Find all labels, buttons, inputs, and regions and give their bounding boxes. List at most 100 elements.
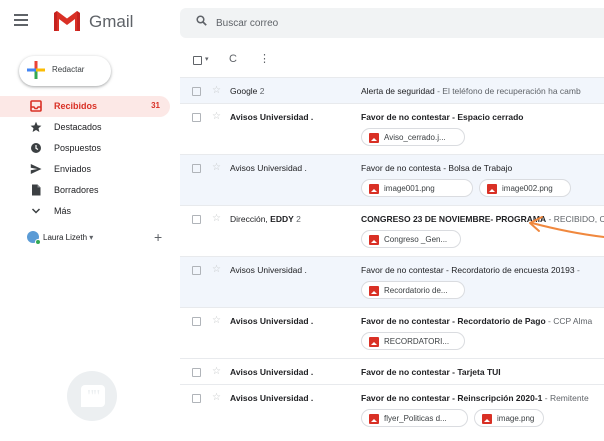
attachment-name: Congreso _Gen... xyxy=(384,235,448,244)
email-row[interactable]: ☆ Avisos Universidad . Favor de no contest… xyxy=(180,154,604,205)
attachment-chip[interactable]: Recordatorio de... xyxy=(361,281,465,299)
star-icon[interactable]: ☆ xyxy=(212,265,221,275)
email-sender: Dirección, EDDYDirección, EDDY 2 xyxy=(230,214,301,224)
sidebar-item-snoozed[interactable]: Pospuestos xyxy=(0,138,170,159)
search-icon[interactable] xyxy=(196,15,207,26)
email-checkbox[interactable] xyxy=(192,164,201,173)
star-icon[interactable]: ☆ xyxy=(212,214,221,224)
sidebar-item-label: Pospuestos xyxy=(54,143,102,153)
email-subject: Favor de no contestar - Tarjeta TUI xyxy=(361,367,501,377)
email-snippet: - CCP Alma xyxy=(545,316,593,326)
sidebar-item-label: Destacados xyxy=(54,122,102,132)
image-file-icon xyxy=(369,337,379,347)
email-row[interactable]: ☆ Avisos Universidad . Favor de no contest… xyxy=(180,384,604,441)
email-subject: Favor de no contestar - Recordatorio de … xyxy=(361,316,593,326)
attachment-chip[interactable]: image.png xyxy=(474,409,544,427)
attachment-name: image002.png xyxy=(502,184,553,193)
sidebar-item-label: Recibidos xyxy=(54,101,98,111)
send-icon xyxy=(30,164,42,174)
star-icon[interactable]: ☆ xyxy=(212,367,221,377)
email-checkbox[interactable] xyxy=(192,87,201,96)
attachment-name: RECORDATORI... xyxy=(384,337,450,346)
gmail-logo-icon[interactable] xyxy=(52,10,82,32)
star-icon[interactable]: ☆ xyxy=(212,112,221,122)
email-snippet: - El teléfono de recuperación ha camb xyxy=(434,86,581,96)
attachment-chip[interactable]: flyer_Politicas d... xyxy=(361,409,468,427)
main-menu-icon[interactable] xyxy=(14,14,28,26)
email-row[interactable]: ☆ Google 2 Alerta de seguridad - El teléfo… xyxy=(180,77,604,103)
image-file-icon xyxy=(369,286,379,296)
online-status-icon xyxy=(35,239,41,245)
sidebar-item-label: Borradores xyxy=(54,185,99,195)
sidebar-item-label: Más xyxy=(54,206,72,216)
compose-plus-icon xyxy=(27,61,45,79)
sidebar-item-inbox[interactable]: Recibidos 31 xyxy=(0,96,170,117)
star-icon[interactable]: ☆ xyxy=(212,393,221,403)
sidebar-item-more[interactable]: Más xyxy=(0,201,170,222)
attachment-name: Aviso_cerrado.j... xyxy=(384,133,446,142)
email-checkbox[interactable] xyxy=(192,266,201,275)
email-sender: Avisos Universidad . xyxy=(230,393,314,403)
svg-text:": " xyxy=(93,386,100,406)
attachment-chip[interactable]: RECORDATORI... xyxy=(361,332,465,350)
attachment-chip[interactable]: Congreso _Gen... xyxy=(361,230,461,248)
thread-count: 2 xyxy=(296,214,301,224)
sidebar-item-drafts[interactable]: Borradores xyxy=(0,180,170,201)
email-subject: Favor de no contesta - Bolsa de Trabajo xyxy=(361,163,513,173)
email-row[interactable]: ☆ Avisos Universidad . Favor de no contest… xyxy=(180,256,604,307)
clock-icon xyxy=(31,143,41,153)
thread-count: 2 xyxy=(259,86,265,96)
email-subject: Favor de no contestar - Espacio cerrado xyxy=(361,112,524,122)
attachment-name: flyer_Politicas d... xyxy=(384,414,447,423)
email-sender: Avisos Universidad . xyxy=(230,112,314,122)
image-file-icon xyxy=(369,184,379,194)
email-checkbox[interactable] xyxy=(192,317,201,326)
add-contact-button[interactable]: + xyxy=(154,229,162,245)
email-checkbox[interactable] xyxy=(192,113,201,122)
attachment-chip[interactable]: Aviso_cerrado.j... xyxy=(361,128,465,146)
sidebar-item-sent[interactable]: Enviados xyxy=(0,159,170,180)
annotation-arrow-icon xyxy=(529,216,604,238)
email-sender: Avisos Universidad . xyxy=(230,367,314,377)
image-file-icon xyxy=(369,133,379,143)
hangouts-user[interactable]: Laura Lizeth ▾ + xyxy=(27,229,167,247)
attachment-name: image001.png xyxy=(384,184,435,193)
star-icon xyxy=(30,121,42,132)
email-row[interactable]: ☆ Avisos Universidad . Favor de no contest… xyxy=(180,358,604,384)
email-snippet: - xyxy=(574,265,580,275)
email-checkbox[interactable] xyxy=(192,394,201,403)
search-input[interactable] xyxy=(216,12,516,34)
app-title[interactable]: Gmail xyxy=(89,12,133,32)
more-options-button[interactable]: ⋮ xyxy=(259,52,270,65)
attachment-name: Recordatorio de... xyxy=(384,286,448,295)
sidebar-item-label: Enviados xyxy=(54,164,92,174)
unread-count: 31 xyxy=(151,101,160,110)
email-row[interactable]: ☆ Avisos Universidad . Favor de no contest… xyxy=(180,103,604,154)
select-all-checkbox[interactable] xyxy=(193,56,202,65)
image-file-icon xyxy=(369,414,379,424)
attachment-name: image.png xyxy=(497,414,535,423)
email-checkbox[interactable] xyxy=(192,368,201,377)
user-name: Laura Lizeth ▾ xyxy=(43,233,94,242)
image-file-icon xyxy=(369,235,379,245)
email-subject: Favor de no contestar - Reinscripción 20… xyxy=(361,393,589,403)
refresh-button[interactable]: C xyxy=(229,53,237,65)
email-checkbox[interactable] xyxy=(192,215,201,224)
email-subject: Favor de no contestar - Recordatorio de … xyxy=(361,265,580,275)
image-file-icon xyxy=(482,414,492,424)
email-snippet: - Remitente xyxy=(542,393,589,403)
compose-label: Redactar xyxy=(52,65,85,74)
email-sender: Google 2 xyxy=(230,86,265,96)
attachment-chip[interactable]: image001.png xyxy=(361,179,473,197)
email-subject: Alerta de seguridad - El teléfono de rec… xyxy=(361,86,581,96)
star-icon[interactable]: ☆ xyxy=(212,316,221,326)
star-icon[interactable]: ☆ xyxy=(212,163,221,173)
sidebar-item-starred[interactable]: Destacados xyxy=(0,117,170,138)
image-file-icon xyxy=(487,184,497,194)
email-row[interactable]: ☆ Avisos Universidad . Favor de no contest… xyxy=(180,307,604,358)
email-sender: Avisos Universidad . xyxy=(230,316,314,326)
select-options-chevron-icon[interactable]: ▾ xyxy=(205,55,209,63)
star-icon[interactable]: ☆ xyxy=(212,86,221,96)
attachment-chip[interactable]: image002.png xyxy=(479,179,571,197)
email-sender: Avisos Universidad . xyxy=(230,163,307,173)
